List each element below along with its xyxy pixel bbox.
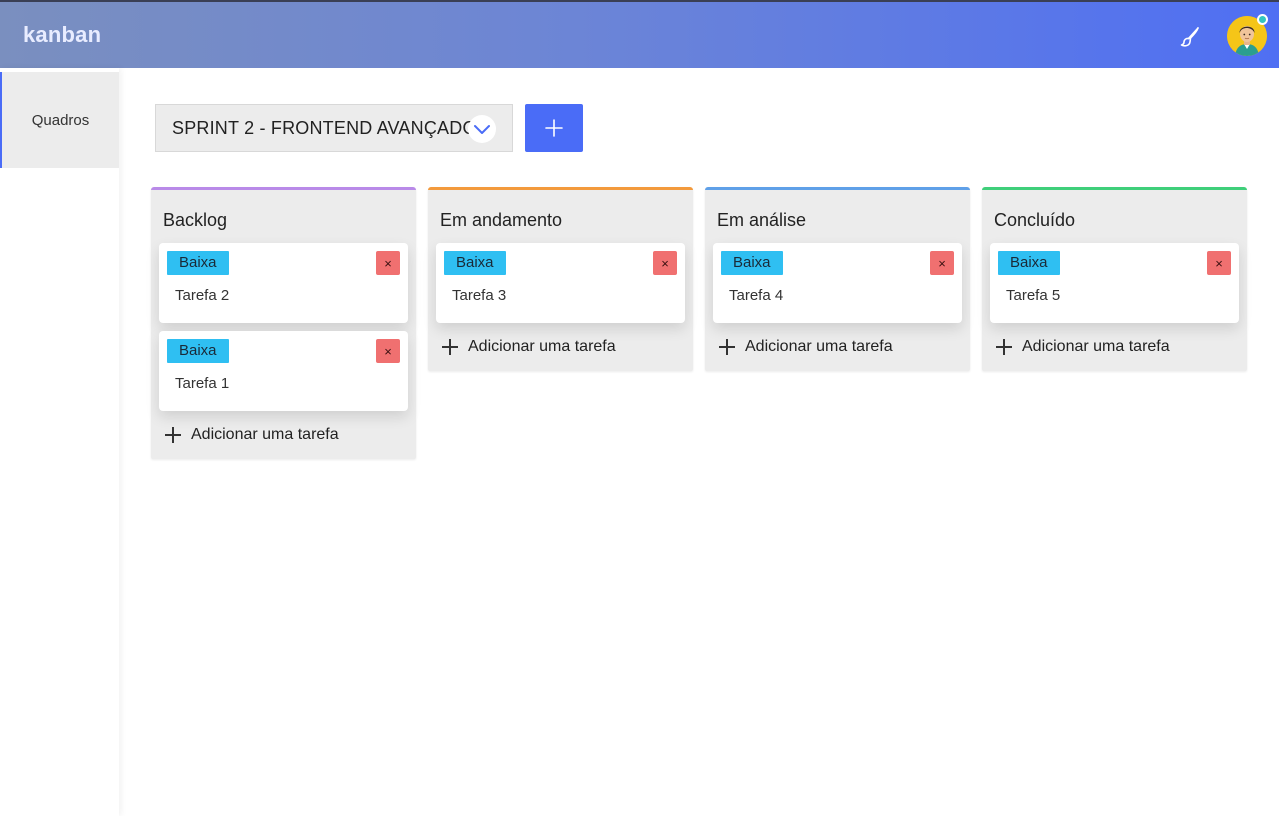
delete-task-button[interactable]: × — [1207, 251, 1231, 275]
task-card[interactable]: Baixa × Tarefa 1 — [159, 331, 408, 411]
add-task-label: Adicionar uma tarefa — [1022, 338, 1170, 355]
sidebar-item-label: Quadros — [31, 111, 90, 129]
plus-icon — [442, 339, 458, 355]
plus-icon — [545, 119, 563, 137]
task-title: Tarefa 4 — [729, 287, 784, 304]
priority-tag: Baixa — [167, 339, 229, 363]
top-bar: kanban — [0, 0, 1279, 68]
priority-tag: Baixa — [721, 251, 783, 275]
plus-icon — [996, 339, 1012, 355]
add-board-button[interactable] — [525, 104, 583, 152]
theme-button[interactable] — [1176, 23, 1204, 51]
add-task-button[interactable]: Adicionar uma tarefa — [165, 423, 339, 447]
column-title: Backlog — [163, 210, 228, 230]
add-task-button[interactable]: Adicionar uma tarefa — [442, 335, 616, 359]
sidebar: Quadros — [0, 68, 119, 816]
column-title: Concluído — [994, 210, 1076, 230]
plus-icon — [719, 339, 735, 355]
task-card[interactable]: Baixa × Tarefa 2 — [159, 243, 408, 323]
priority-tag: Baixa — [998, 251, 1060, 275]
task-card[interactable]: Baixa × Tarefa 4 — [713, 243, 962, 323]
add-task-button[interactable]: Adicionar uma tarefa — [996, 335, 1170, 359]
app-logo[interactable]: kanban — [23, 22, 101, 48]
add-task-label: Adicionar uma tarefa — [191, 426, 339, 443]
add-task-label: Adicionar uma tarefa — [745, 338, 893, 355]
priority-tag: Baixa — [444, 251, 506, 275]
add-task-button[interactable]: Adicionar uma tarefa — [719, 335, 893, 359]
delete-task-button[interactable]: × — [376, 251, 400, 275]
board-select[interactable]: SPRINT 2 - FRONTEND AVANÇADO — [155, 104, 513, 152]
board-select-value: SPRINT 2 - FRONTEND AVANÇADO — [172, 117, 477, 138]
task-title: Tarefa 3 — [452, 287, 507, 304]
column-concluido: Concluído Baixa × Tarefa 5 Adicionar uma… — [982, 187, 1247, 371]
task-title: Tarefa 5 — [1006, 287, 1061, 304]
task-title: Tarefa 1 — [175, 375, 230, 392]
task-card[interactable]: Baixa × Tarefa 3 — [436, 243, 685, 323]
task-title: Tarefa 2 — [175, 287, 230, 304]
delete-task-button[interactable]: × — [653, 251, 677, 275]
priority-tag: Baixa — [167, 251, 229, 275]
sidebar-item-quadros[interactable]: Quadros — [0, 72, 119, 168]
plus-icon — [165, 427, 181, 443]
column-title: Em andamento — [440, 210, 563, 230]
paintbrush-icon — [1180, 27, 1199, 47]
online-status-dot — [1257, 14, 1268, 25]
column-backlog: Backlog Baixa × Tarefa 2 Baixa × Tarefa … — [151, 187, 416, 459]
delete-task-button[interactable]: × — [376, 339, 400, 363]
column-em-andamento: Em andamento Baixa × Tarefa 3 Adicionar … — [428, 187, 693, 371]
column-em-analise: Em análise Baixa × Tarefa 4 Adicionar um… — [705, 187, 970, 371]
chevron-down-icon — [468, 115, 496, 143]
delete-task-button[interactable]: × — [930, 251, 954, 275]
column-title: Em análise — [717, 210, 807, 230]
add-task-label: Adicionar uma tarefa — [468, 338, 616, 355]
task-card[interactable]: Baixa × Tarefa 5 — [990, 243, 1239, 323]
